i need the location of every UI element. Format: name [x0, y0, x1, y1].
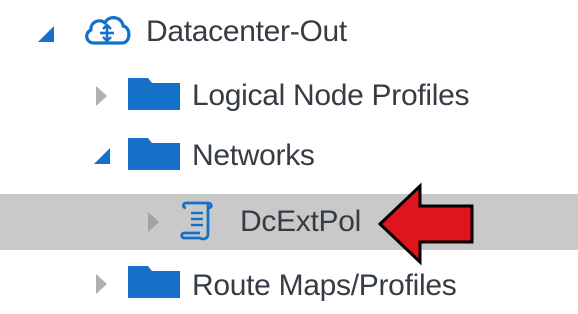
- tree-node-logical-node-profiles[interactable]: Logical Node Profiles: [0, 68, 578, 124]
- tree-node-dcextpol[interactable]: DcExtPol: [0, 194, 578, 250]
- tree-node-label: Logical Node Profiles: [192, 79, 470, 112]
- red-arrow-icon: [377, 182, 474, 266]
- folder-icon: [128, 266, 180, 298]
- tree-node-label: DcExtPol: [240, 205, 361, 238]
- expanded-triangle-icon[interactable]: [36, 24, 56, 44]
- collapsed-triangle-icon[interactable]: [94, 84, 108, 108]
- cloud-icon: [85, 16, 131, 45]
- folder-icon: [128, 78, 180, 110]
- expanded-triangle-icon[interactable]: [92, 146, 112, 166]
- tree-node-label: Networks: [192, 139, 315, 172]
- policy-document-icon: [180, 201, 213, 241]
- tree-node-label: Route Maps/Profiles: [192, 269, 457, 302]
- tree-node-label: Datacenter-Out: [146, 15, 347, 48]
- folder-icon: [128, 138, 180, 170]
- tree-node-route-maps-profiles[interactable]: Route Maps/Profiles: [0, 258, 578, 314]
- tree-node-datacenter-out[interactable]: Datacenter-Out: [0, 4, 578, 60]
- collapsed-triangle-icon[interactable]: [146, 210, 160, 234]
- tree-node-networks[interactable]: Networks: [0, 128, 578, 184]
- collapsed-triangle-icon[interactable]: [94, 272, 108, 296]
